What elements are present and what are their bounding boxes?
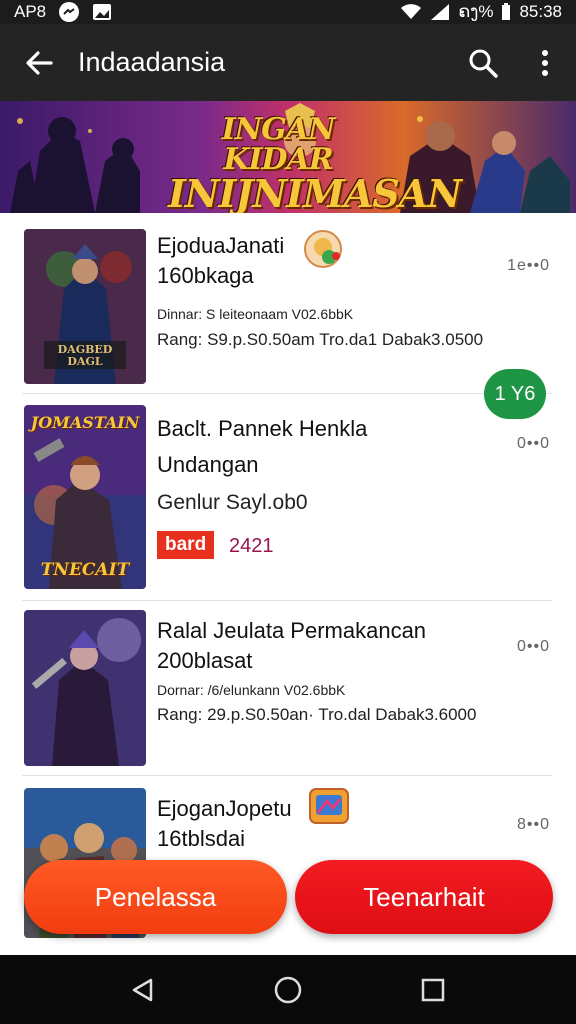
item-thumbnail xyxy=(24,610,146,766)
list-item[interactable]: JOMASTAIN TNECAIT Baclt. Pannek Henkla U… xyxy=(0,405,576,590)
item-tag: bard xyxy=(157,531,215,559)
app-icon xyxy=(309,788,349,824)
nav-home-button[interactable] xyxy=(258,960,318,1020)
thumbnail-title: JOMASTAIN xyxy=(30,413,140,432)
item-meta: Rang: S9.p.S0.50am Tro.da1 Dabak3.0500 xyxy=(157,330,484,349)
circle-home-icon xyxy=(274,976,302,1003)
search-button[interactable] xyxy=(452,32,514,94)
thumbnail-caption: TNECAIT xyxy=(40,560,130,580)
item-overflow-button[interactable]: 0••0 xyxy=(517,435,550,453)
status-bar: AP8 ຄງ% 85:38 xyxy=(0,0,576,24)
secondary-action-button[interactable]: Teenarhait xyxy=(295,860,553,934)
item-overflow-button[interactable]: 1e••0 xyxy=(507,257,550,275)
system-nav-bar xyxy=(0,955,576,1024)
nav-recents-button[interactable] xyxy=(403,960,463,1020)
square-recents-icon xyxy=(422,978,445,1001)
messenger-icon xyxy=(58,1,80,23)
item-title: EjoduaJanati 160bkaga xyxy=(157,231,284,290)
game-emoji-icon xyxy=(304,230,342,268)
banner-title-line1: INGAN KIDAR xyxy=(221,112,336,177)
triangle-back-icon xyxy=(132,978,152,1001)
item-title-line1: EjoduaJanati xyxy=(157,233,285,258)
promo-banner[interactable]: INGAN KIDAR INIJNIMASAN xyxy=(0,101,576,213)
signal-icon xyxy=(430,3,450,21)
item-title-line1: EjoganJopetu xyxy=(157,796,292,821)
item-title: Baclt. Pannek Henkla Undangan xyxy=(157,411,367,484)
item-thumbnail: DAGBED DAGL xyxy=(24,229,146,384)
banner-title-line2: INIJNIMASAN xyxy=(168,171,462,213)
nav-back-button[interactable] xyxy=(113,960,173,1020)
item-title: Ralal Jeulata Permakancan 200blasat xyxy=(157,616,426,675)
overflow-menu-button[interactable] xyxy=(514,32,576,94)
item-title-line2: 200blasat xyxy=(157,647,253,673)
divider xyxy=(22,393,552,394)
item-overflow-button[interactable]: 8••0 xyxy=(517,816,550,834)
item-subtitle: Dornar: /6/elunkann V02.6bbK xyxy=(157,682,346,698)
item-title-line2: 16tblsdai xyxy=(157,825,246,851)
item-meta: Rang: 29.p.S0.50an· Tro.dal Dabak3.6000 xyxy=(157,705,477,724)
list-item[interactable]: DAGBED DAGL EjoduaJanati 160bkaga Dinnar… xyxy=(0,229,576,389)
battery-label: ຄງ% xyxy=(458,2,494,21)
wifi-icon xyxy=(400,3,422,21)
divider xyxy=(22,775,552,776)
banner-title: INGAN KIDAR INIJNIMASAN xyxy=(168,112,462,213)
item-overflow-button[interactable]: 0••0 xyxy=(517,638,550,656)
divider xyxy=(22,600,552,601)
list-item[interactable]: Ralal Jeulata Permakancan 200blasat Dorn… xyxy=(0,610,576,770)
primary-action-button[interactable]: Penelassa xyxy=(24,860,287,934)
item-tag-number: 2421 xyxy=(229,535,274,557)
page-title: Indaadansia xyxy=(78,47,226,77)
item-subtitle: Dinnar: S leiteonaam V02.6bbK xyxy=(157,306,354,322)
clock: 85:38 xyxy=(519,2,562,21)
content-list: DAGBED DAGL EjoduaJanati 160bkaga Dinnar… xyxy=(0,213,576,955)
image-icon xyxy=(92,3,112,21)
back-button[interactable] xyxy=(0,24,78,101)
item-thumbnail: JOMASTAIN TNECAIT xyxy=(24,405,146,589)
item-title-line2: 160bkaga xyxy=(157,262,254,288)
search-icon xyxy=(469,49,498,78)
carrier-label: AP8 xyxy=(14,2,47,21)
more-vert-icon xyxy=(542,49,548,76)
item-title-line2: Undangan xyxy=(157,452,259,478)
app-bar: Indaadansia xyxy=(0,24,576,101)
action-buttons: Penelassa Teenarhait xyxy=(0,860,576,936)
item-subtitle: Genlur Sayl.ob0 xyxy=(157,491,308,514)
battery-icon xyxy=(501,3,511,21)
item-title-line1: Ralal Jeulata Permakancan xyxy=(157,618,427,643)
thumbnail-caption: DAGBED DAGL xyxy=(57,343,113,369)
item-title-line1: Baclt. Pannek Henkla xyxy=(157,416,368,441)
arrow-left-icon xyxy=(26,50,53,75)
item-title: EjoganJopetu 16tblsdai xyxy=(157,794,292,853)
